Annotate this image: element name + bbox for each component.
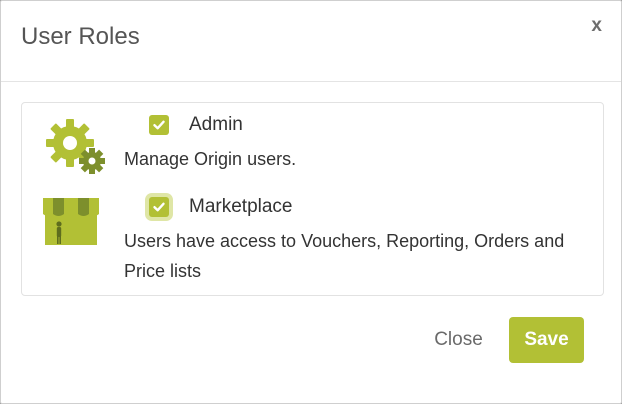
role-description-marketplace: Users have access to Vouchers, Reporting…	[124, 231, 565, 281]
roles-list: Admin Manage Origin users. Marketplace U…	[21, 102, 604, 296]
marketplace-checkbox[interactable]	[149, 197, 169, 217]
role-name-marketplace: Marketplace	[189, 196, 293, 217]
check-icon	[153, 120, 165, 130]
gear-icon	[42, 113, 106, 182]
role-name-admin: Admin	[189, 114, 243, 135]
close-button[interactable]: Close	[421, 319, 496, 361]
user-roles-dialog: User Roles x Admin Manage Origin users. …	[0, 0, 622, 404]
check-icon	[153, 202, 165, 212]
role-description-admin: Manage Origin users.	[124, 149, 297, 169]
save-button[interactable]: Save	[509, 317, 584, 363]
dialog-title: User Roles	[21, 23, 140, 50]
admin-checkbox[interactable]	[149, 115, 169, 135]
dialog-header: User Roles x	[1, 1, 621, 82]
close-icon[interactable]: x	[591, 15, 602, 37]
storefront-icon	[42, 194, 100, 253]
